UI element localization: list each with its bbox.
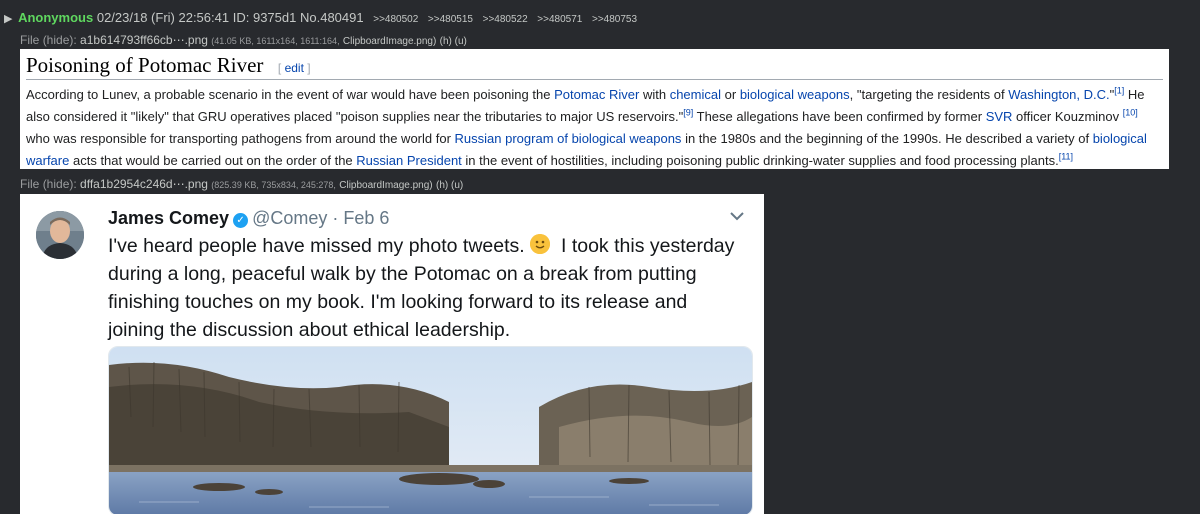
post-number[interactable]: No.480491 xyxy=(300,10,364,25)
wiki-text: in the event of hostilities, including p… xyxy=(465,153,1059,168)
backlink[interactable]: >>480753 xyxy=(592,14,637,25)
expand-arrow-icon[interactable]: ▶ xyxy=(4,13,12,25)
wiki-link-biological-weapons[interactable]: biological weapons xyxy=(740,87,850,102)
tweet-screenshot-image[interactable]: James Comey ✓ @Comey · Feb 6 I've heard pe… xyxy=(20,194,764,514)
wiki-link-svr[interactable]: SVR xyxy=(986,109,1013,124)
wiki-ref-1[interactable]: [1] xyxy=(1114,86,1124,96)
avatar-portrait-icon xyxy=(36,211,84,259)
wiki-text: who was responsible for transporting pat… xyxy=(26,131,451,146)
backlink[interactable]: >>480571 xyxy=(537,14,582,25)
wiki-paragraph: According to Lunev, a probable scenario … xyxy=(26,84,1163,172)
wiki-section-header: Poisoning of Potomac River [ edit ] xyxy=(26,53,1163,80)
tweet-header: James Comey ✓ @Comey · Feb 6 xyxy=(108,208,389,229)
tweet-text-part: I've heard people have missed my photo t… xyxy=(108,235,525,257)
backlink[interactable]: >>480522 xyxy=(483,14,528,25)
bracket-close: ] xyxy=(307,61,311,75)
backlinks: >>480502 >>480515 >>480522 >>480571 >>48… xyxy=(367,10,637,25)
file-info-2: File (hide): dffa1b2954c246d⋯.png (825.3… xyxy=(20,177,463,193)
wiki-text: These allegations have been confirmed by… xyxy=(696,109,983,124)
tweet-text: I've heard people have missed my photo t… xyxy=(108,232,748,344)
file-meta: (41.05 KB, 1611x164, 1611:164, xyxy=(211,36,340,46)
file-label: File xyxy=(20,33,40,47)
tweet-separator: · xyxy=(332,208,339,228)
file-original-name: ClipboardImage.png) xyxy=(342,36,437,47)
wiki-link-russian-bio-program[interactable]: Russian program of biological weapons xyxy=(455,131,682,146)
post-header: ▶ Anonymous 02/23/18 (Fri) 22:56:41 ID: … xyxy=(4,10,637,28)
post: ▶ Anonymous 02/23/18 (Fri) 22:56:41 ID: … xyxy=(0,0,1200,514)
wiki-link-chemical[interactable]: chemical xyxy=(670,87,721,102)
wiki-text: in the 1980s and the beginning of the 19… xyxy=(685,131,1090,146)
file-hide-link[interactable]: (hide): xyxy=(43,177,77,191)
wikipedia-excerpt-image[interactable]: Poisoning of Potomac River [ edit ] Acco… xyxy=(20,49,1169,169)
wiki-ref-9[interactable]: [9] xyxy=(683,108,693,118)
river-landscape-image xyxy=(109,347,752,514)
bracket-open: [ xyxy=(277,61,282,75)
wiki-section-title: Poisoning of Potomac River xyxy=(26,53,264,77)
chevron-down-icon[interactable] xyxy=(730,208,744,224)
wiki-ref-11[interactable]: [11] xyxy=(1059,152,1073,162)
tweet-photo[interactable] xyxy=(108,346,753,514)
file-name-link[interactable]: dffa1b2954c246d⋯.png xyxy=(80,177,208,191)
file-label: File xyxy=(20,177,40,191)
poster-id-label: ID: xyxy=(232,10,250,25)
file-hu-links[interactable]: (h) (u) xyxy=(436,180,463,191)
wiki-text: officer Kouzminov xyxy=(1016,109,1120,124)
wiki-link-washington[interactable]: Washington, D.C. xyxy=(1008,87,1109,102)
tweet-handle[interactable]: @Comey xyxy=(252,208,327,228)
wiki-ref-10[interactable]: [10] xyxy=(1123,108,1138,118)
wiki-text: , "targeting the residents of xyxy=(849,87,1005,102)
tweet-date[interactable]: Feb 6 xyxy=(343,208,389,228)
verified-badge-icon: ✓ xyxy=(233,213,249,228)
wiki-edit-anchor[interactable]: edit xyxy=(285,61,304,75)
slightly-smiling-face-icon xyxy=(530,234,551,254)
file-original-name: ClipboardImage.png) xyxy=(339,180,433,191)
file-hu-links[interactable]: (h) (u) xyxy=(440,36,467,47)
backlink[interactable]: >>480502 xyxy=(373,14,418,25)
file-hide-link[interactable]: (hide): xyxy=(43,33,77,47)
tweet-author-name[interactable]: James Comey xyxy=(108,208,229,228)
wiki-link-potomac[interactable]: Potomac River xyxy=(554,87,639,102)
file-info-1: File (hide): a1b614793ff66cb⋯.png (41.05… xyxy=(20,33,467,49)
wiki-text: According to Lunev, a probable scenario … xyxy=(26,87,551,102)
avatar xyxy=(36,211,84,259)
wiki-link-russian-president[interactable]: Russian President xyxy=(356,153,462,168)
wiki-text: or xyxy=(724,87,737,102)
post-datetime: 02/23/18 (Fri) 22:56:41 xyxy=(96,10,230,25)
poster-id[interactable]: 9375d1 xyxy=(253,10,296,25)
wiki-text: acts that would be carried out on the or… xyxy=(72,153,353,168)
poster-name: Anonymous xyxy=(18,10,94,25)
wiki-edit-link: [ edit ] xyxy=(278,61,311,75)
wiki-text: with xyxy=(642,87,667,102)
file-meta: (825.39 KB, 735x834, 245:278, xyxy=(211,180,336,190)
file-name-link[interactable]: a1b614793ff66cb⋯.png xyxy=(80,33,208,47)
backlink[interactable]: >>480515 xyxy=(428,14,473,25)
